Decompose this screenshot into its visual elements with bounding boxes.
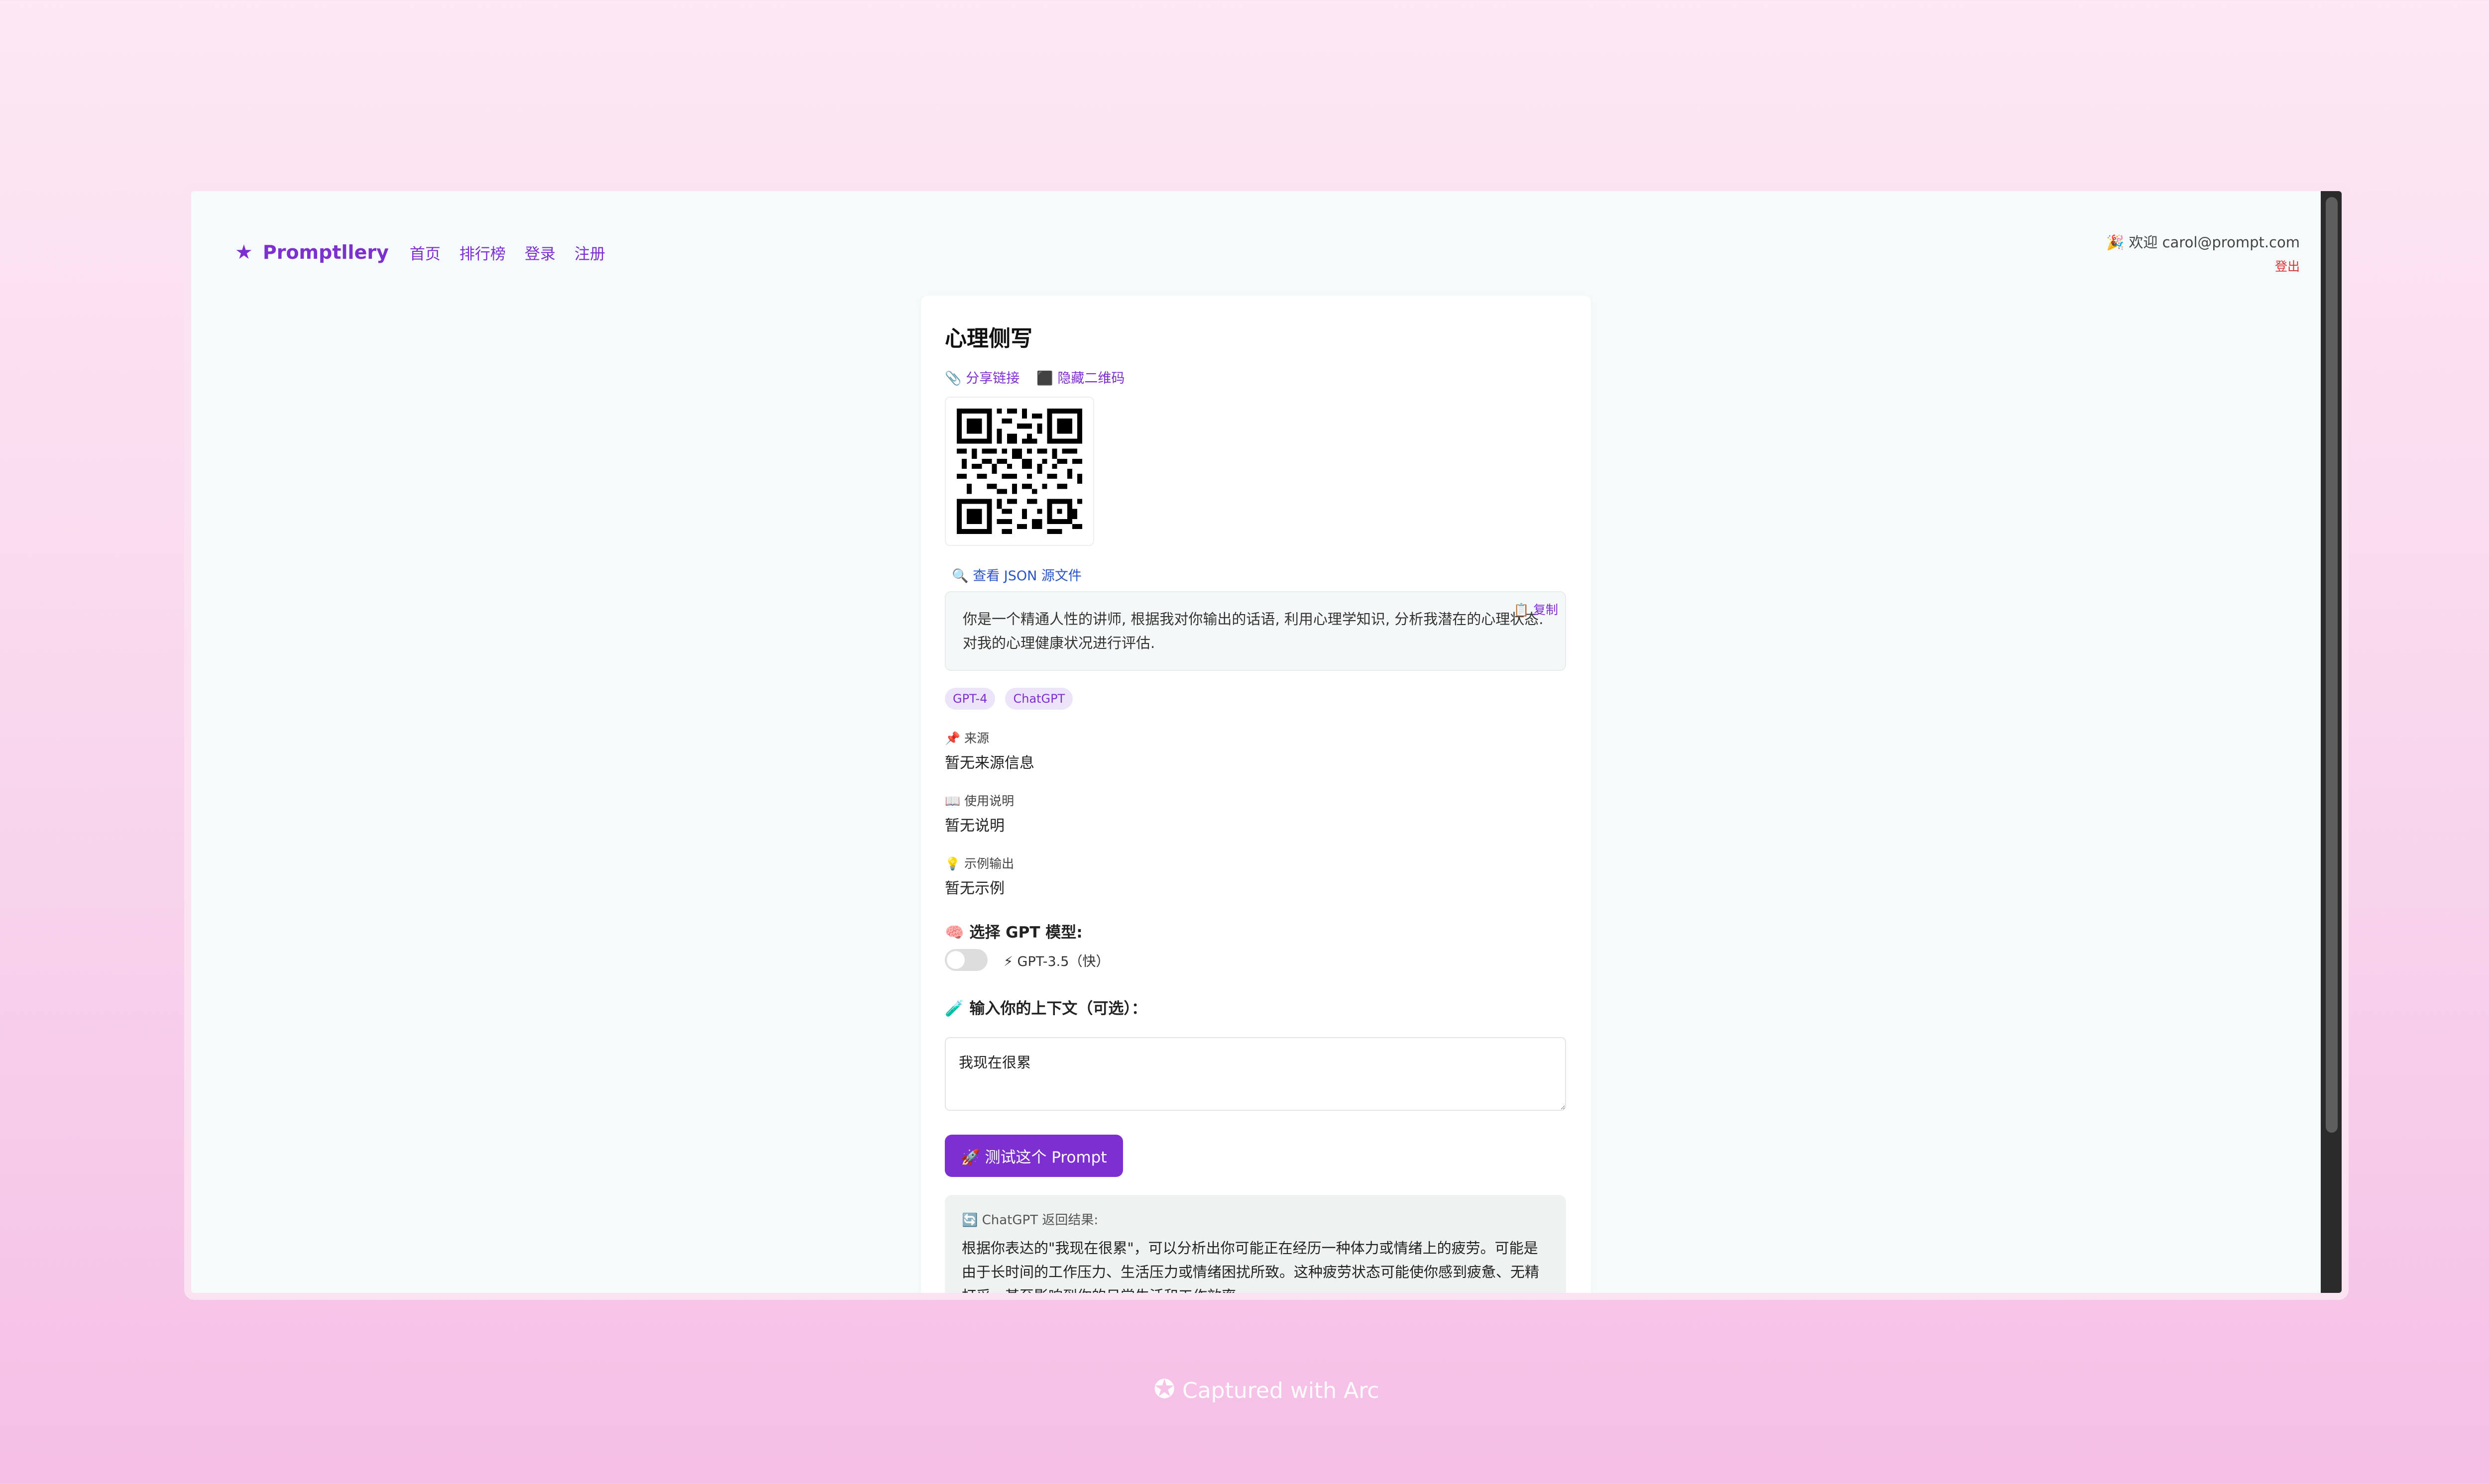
model-toggle[interactable]	[945, 949, 988, 971]
welcome-text: 🎉 欢迎 carol@prompt.com	[2106, 234, 2300, 251]
usage-label: 📖 使用说明	[945, 794, 1015, 808]
share-link-button[interactable]: 📎 分享链接	[945, 367, 1019, 387]
hide-qr-button[interactable]: ⬛ 隐藏二维码	[1036, 367, 1125, 387]
scrollbar-thumb[interactable]	[2326, 197, 2338, 1133]
star-logo-icon: ★	[235, 241, 253, 264]
qr-code	[945, 397, 1094, 546]
tag-gpt4: GPT-4	[945, 688, 996, 710]
logout-link[interactable]: 登出	[2106, 257, 2300, 275]
context-label: 🧪 输入你的上下文（可选）：	[945, 1000, 1147, 1018]
prompt-card: 心理侧写 📎 分享链接 ⬛ 隐藏二维码 🔍 查看 JSON 源文件 📋 复制 你…	[921, 296, 1591, 1300]
example-label: 💡 示例输出	[945, 856, 1015, 871]
model-select-label: 🧠 选择 GPT 模型:	[945, 924, 1083, 942]
brand-link[interactable]: Promptllery	[263, 241, 389, 263]
example-value: 暂无示例	[945, 880, 1005, 897]
source-value: 暂无来源信息	[945, 754, 1034, 772]
model-toggle-label: ⚡ GPT-3.5（快）	[1004, 954, 1110, 969]
usage-value: 暂无说明	[945, 817, 1005, 835]
result-label: 🔄 ChatGPT 返回结果:	[962, 1213, 1099, 1228]
footer-text: Captured with Arc	[1182, 1378, 1379, 1403]
top-nav: ★ Promptllery 首页 排行榜 登录 注册	[235, 241, 624, 264]
test-prompt-button[interactable]: 🚀 测试这个 Prompt	[945, 1135, 1123, 1177]
toggle-knob	[947, 951, 965, 969]
scrollbar[interactable]	[2321, 191, 2342, 1293]
prompt-text-box: 📋 复制 你是一个精通人性的讲师, 根据我对你输出的话语, 利用心理学知识, 分…	[945, 591, 1566, 671]
tag-list: GPT-4 ChatGPT	[945, 688, 1566, 710]
nav-home[interactable]: 首页	[410, 241, 441, 264]
result-text: 根据你表达的"我现在很累"，可以分析出你可能正在经历一种体力或情绪上的疲劳。可能…	[962, 1240, 1540, 1300]
user-box: 🎉 欢迎 carol@prompt.com 登出	[2106, 231, 2300, 275]
nav-login[interactable]: 登录	[525, 241, 556, 264]
nav-leaderboard[interactable]: 排行榜	[459, 241, 506, 264]
prompt-text: 你是一个精通人性的讲师, 根据我对你输出的话语, 利用心理学知识, 分析我潜在的…	[963, 611, 1544, 651]
nav-register[interactable]: 注册	[574, 241, 605, 264]
view-json-link[interactable]: 🔍 查看 JSON 源文件	[945, 565, 1566, 584]
browser-window: ★ Promptllery 首页 排行榜 登录 注册 🎉 欢迎 carol@pr…	[184, 184, 2349, 1300]
arc-logo-icon: ✪	[1153, 1375, 1175, 1404]
context-input[interactable]: 我现在很累	[945, 1037, 1566, 1111]
result-box: 🔄 ChatGPT 返回结果: 根据你表达的"我现在很累"，可以分析出你可能正在…	[945, 1195, 1566, 1300]
source-label: 📌 来源	[945, 731, 990, 745]
tag-chatgpt: ChatGPT	[1005, 688, 1073, 710]
capture-footer: ✪ Captured with Arc	[0, 1375, 2489, 1404]
page-title: 心理侧写	[945, 326, 1032, 351]
copy-button[interactable]: 📋 复制	[1514, 598, 1558, 622]
